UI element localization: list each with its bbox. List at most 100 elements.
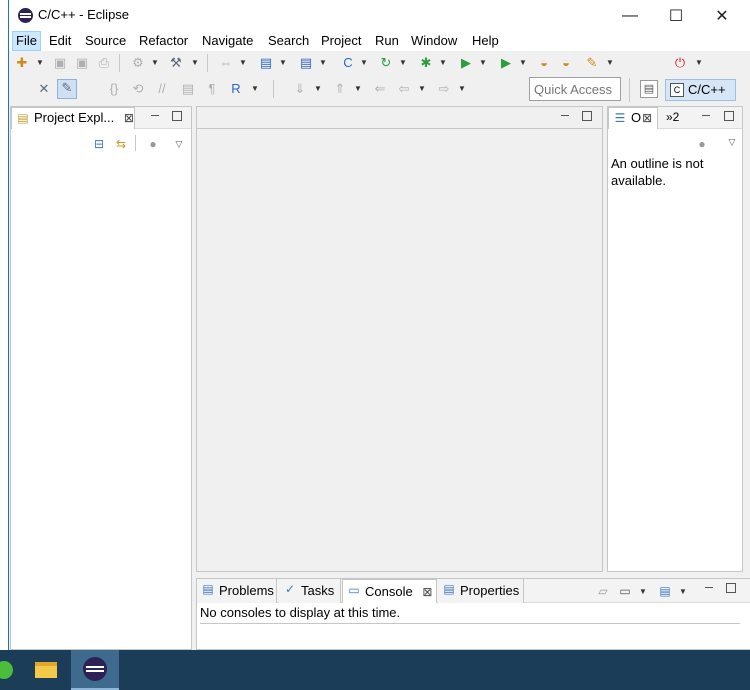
tasks-icon: ✓: [284, 582, 296, 596]
minimize-button[interactable]: —: [607, 0, 653, 31]
forward-icon[interactable]: ⇨: [435, 81, 453, 97]
back-dropdown-icon[interactable]: ▼: [418, 81, 426, 97]
forward-dropdown-icon[interactable]: ▼: [458, 81, 466, 97]
menu-refactor[interactable]: Refactor: [139, 33, 188, 48]
perspective-c-cpp-button[interactable]: C C/C++: [665, 79, 736, 101]
format-icon[interactable]: ⟲: [129, 81, 147, 97]
new-class-dropdown-icon[interactable]: ▼: [360, 55, 368, 71]
refresh-icon[interactable]: ↻: [377, 55, 395, 71]
minimize-view-icon[interactable]: [149, 110, 161, 122]
save-all-icon[interactable]: ▣: [73, 55, 91, 71]
open-console-dropdown-icon[interactable]: ▼: [679, 584, 687, 600]
link-with-editor-icon[interactable]: ⇆: [113, 137, 129, 151]
menu-edit[interactable]: Edit: [49, 33, 71, 48]
stop-dropdown-icon[interactable]: ▼: [695, 55, 703, 71]
open-console-icon[interactable]: ▤: [657, 584, 673, 598]
menu-run[interactable]: Run: [375, 33, 399, 48]
open-type-icon[interactable]: ◒: [535, 55, 553, 71]
run-icon[interactable]: ▶: [457, 55, 475, 71]
tab-properties[interactable]: ▤ Properties: [438, 579, 524, 603]
new-class-icon[interactable]: C: [339, 55, 357, 71]
maximize-button[interactable]: ☐: [653, 0, 699, 31]
maximize-view-icon[interactable]: [726, 583, 736, 593]
close-tab-icon[interactable]: ⊠: [642, 111, 652, 125]
taskbar-eclipse[interactable]: [71, 650, 119, 690]
registers-icon[interactable]: R: [227, 81, 245, 97]
collapse-all-icon[interactable]: ⊟: [91, 137, 107, 151]
close-tab-icon[interactable]: ⊠: [422, 585, 432, 599]
toggle-mark-dropdown-icon[interactable]: ▼: [239, 55, 247, 71]
new-icon[interactable]: ✚: [13, 55, 31, 71]
skip-breakpoints-icon[interactable]: ✕: [35, 81, 53, 97]
quick-access-input[interactable]: [529, 77, 621, 101]
display-console-dropdown-icon[interactable]: ▼: [639, 584, 647, 600]
focus-icon[interactable]: ●: [694, 137, 710, 151]
pilcrow-icon[interactable]: ¶: [203, 81, 221, 97]
maximize-editor-icon[interactable]: [582, 111, 592, 121]
view-menu-icon[interactable]: ▽: [724, 135, 740, 149]
menu-help[interactable]: Help: [472, 33, 499, 48]
tab-problems[interactable]: ▤ Problems: [197, 579, 277, 603]
build-config-dropdown-icon[interactable]: ▼: [151, 55, 159, 71]
print-icon[interactable]: ⎙: [95, 55, 113, 71]
menu-source[interactable]: Source: [85, 33, 126, 48]
search-tool-dropdown-icon[interactable]: ▼: [606, 55, 614, 71]
back-icon[interactable]: ⇦: [395, 81, 413, 97]
comment-icon[interactable]: //: [153, 81, 171, 97]
menu-file[interactable]: File: [12, 31, 41, 51]
debug-dropdown-icon[interactable]: ▼: [439, 55, 447, 71]
tab-label: Tasks: [301, 583, 335, 598]
tab-console[interactable]: ▭ Console ⊠: [342, 579, 437, 603]
external-tools-icon[interactable]: ▶: [497, 55, 515, 71]
open-element-icon[interactable]: ◒: [557, 55, 575, 71]
new-folder-icon[interactable]: ▤: [297, 55, 315, 71]
next-annotation-dropdown-icon[interactable]: ▼: [314, 81, 322, 97]
external-tools-dropdown-icon[interactable]: ▼: [519, 55, 527, 71]
pin-console-icon[interactable]: ▱: [595, 584, 611, 598]
registers-dropdown-icon[interactable]: ▼: [251, 81, 259, 97]
build-config-icon[interactable]: ⚙: [129, 55, 147, 71]
highlight-icon[interactable]: ✎: [57, 79, 77, 99]
build-dropdown-icon[interactable]: ▼: [191, 55, 199, 71]
block-icon[interactable]: ▤: [179, 81, 197, 97]
new-project-dropdown-icon[interactable]: ▼: [279, 55, 287, 71]
taskbar-file-explorer[interactable]: [22, 650, 70, 690]
new-folder-dropdown-icon[interactable]: ▼: [319, 55, 327, 71]
maximize-view-icon[interactable]: [724, 111, 734, 121]
menu-project[interactable]: Project: [321, 33, 361, 48]
save-icon[interactable]: ▣: [51, 55, 69, 71]
tab-project-explorer[interactable]: ▤ Project Expl... ⊠: [11, 107, 135, 129]
focus-icon[interactable]: ●: [145, 137, 161, 151]
view-menu-icon[interactable]: ▽: [171, 137, 187, 151]
overflow-tabs-button[interactable]: »2: [666, 110, 679, 124]
minimize-view-icon[interactable]: [700, 110, 712, 122]
next-annotation-icon[interactable]: ⇓: [291, 81, 309, 97]
close-button[interactable]: ✕: [699, 0, 745, 31]
refresh-dropdown-icon[interactable]: ▼: [399, 55, 407, 71]
prev-annotation-icon[interactable]: ⇑: [331, 81, 349, 97]
project-explorer-icon: ▤: [17, 111, 29, 125]
brace-icon[interactable]: {}: [105, 81, 123, 97]
menu-window[interactable]: Window: [411, 33, 457, 48]
minimize-editor-icon[interactable]: [559, 110, 571, 122]
maximize-view-icon[interactable]: [172, 111, 182, 121]
open-perspective-button[interactable]: ▤: [640, 80, 658, 98]
build-hammer-icon[interactable]: ⚒: [167, 55, 185, 71]
stop-icon[interactable]: ⏻: [671, 55, 689, 71]
menu-navigate[interactable]: Navigate: [202, 33, 253, 48]
run-dropdown-icon[interactable]: ▼: [479, 55, 487, 71]
tab-outline[interactable]: ☰ O⊠: [608, 107, 658, 129]
search-tool-icon[interactable]: ✎: [583, 55, 601, 71]
last-edit-icon[interactable]: ⇐: [371, 81, 389, 97]
close-tab-icon[interactable]: ⊠: [124, 111, 134, 125]
minimize-view-icon[interactable]: [703, 582, 715, 594]
display-console-icon[interactable]: ▭: [617, 584, 633, 598]
menu-search[interactable]: Search: [268, 33, 309, 48]
new-dropdown-icon[interactable]: ▼: [36, 55, 44, 71]
new-project-icon[interactable]: ▤: [257, 55, 275, 71]
toggle-mark-icon[interactable]: ⇔: [217, 55, 235, 71]
tab-tasks[interactable]: ✓ Tasks: [279, 579, 341, 603]
debug-icon[interactable]: ✱: [417, 55, 435, 71]
prev-annotation-dropdown-icon[interactable]: ▼: [354, 81, 362, 97]
tab-label: O: [631, 110, 642, 125]
